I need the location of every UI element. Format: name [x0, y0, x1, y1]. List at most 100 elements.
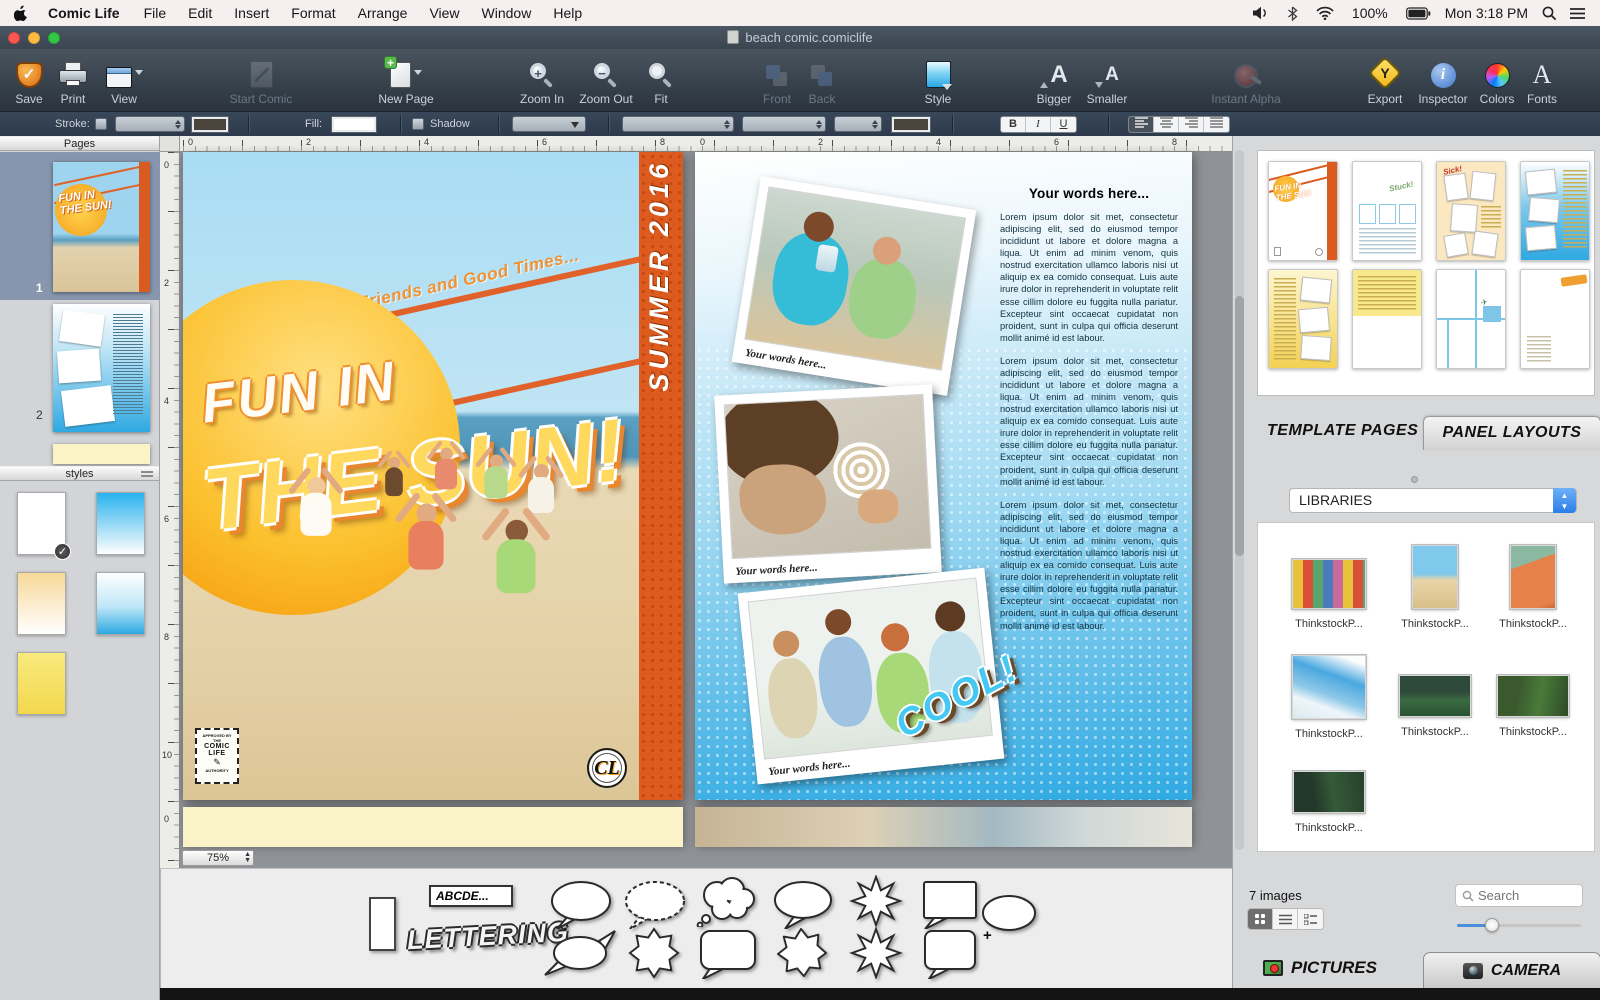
zoom-stepper-icon[interactable]: ▲▼ — [244, 852, 251, 864]
search-input[interactable] — [1478, 888, 1568, 903]
inspector-button[interactable]: iInspector — [1412, 56, 1474, 106]
fonts-button[interactable]: AFonts — [1521, 56, 1563, 106]
font-size-dropdown[interactable] — [834, 116, 882, 132]
text-color-well[interactable] — [892, 117, 930, 132]
slider-thumb[interactable] — [1485, 918, 1499, 932]
font-style-dropdown[interactable] — [742, 116, 826, 132]
grid-view-button[interactable] — [1248, 909, 1273, 929]
template-thumbnail-3[interactable]: Sick! — [1436, 161, 1506, 261]
menu-arrange[interactable]: Arrange — [358, 5, 408, 21]
library-image-5[interactable]: ThinkstockP... — [1392, 675, 1478, 738]
menu-file[interactable]: File — [144, 5, 167, 21]
splitter-grab-icon[interactable] — [1411, 476, 1418, 483]
library-search-field[interactable] — [1455, 884, 1583, 907]
speech-balloon-oval-2[interactable] — [765, 877, 839, 929]
menu-app-name[interactable]: Comic Life — [48, 5, 120, 21]
library-image-6[interactable]: ThinkstockP... — [1490, 675, 1576, 738]
zoom-level-control[interactable]: 75%▲▼ — [182, 850, 254, 866]
back-button[interactable]: Back — [800, 56, 844, 106]
thought-balloon-cloud[interactable] — [691, 875, 765, 927]
style-button[interactable]: Style — [914, 56, 962, 106]
rounded-rect-balloon[interactable] — [691, 927, 765, 979]
style-swatch-yellow[interactable] — [17, 652, 66, 715]
polaroid-photo-2[interactable]: Your words here... — [714, 384, 942, 583]
fit-button[interactable]: Fit — [641, 56, 681, 106]
menu-window[interactable]: Window — [482, 5, 532, 21]
colors-button[interactable]: Colors — [1474, 56, 1520, 106]
export-button[interactable]: YExport — [1360, 56, 1410, 106]
start-comic-button[interactable]: Start Comic — [215, 56, 307, 106]
underline-button[interactable]: U — [1051, 117, 1076, 132]
template-thumbnail-7[interactable]: ✈ — [1436, 269, 1506, 369]
zigzag-balloon[interactable] — [617, 927, 691, 979]
style-swatch-blue-top[interactable] — [96, 492, 145, 555]
menu-clock[interactable]: Mon 3:18 PM — [1445, 5, 1528, 21]
polaroid-caption[interactable]: Your words here... — [735, 562, 818, 578]
stroke-style-dropdown[interactable] — [115, 116, 185, 132]
smaller-button[interactable]: ASmaller — [1080, 56, 1134, 106]
page-text-column[interactable]: Your words here... Lorem ipsum dolor sit… — [1000, 186, 1178, 643]
library-image-1[interactable]: ThinkstockP... — [1286, 559, 1372, 630]
template-thumbnail-1[interactable]: FUN INTHE SUN — [1268, 161, 1338, 261]
shadow-checkbox[interactable] — [412, 118, 424, 130]
notification-center-icon[interactable] — [1569, 7, 1586, 20]
library-image-3[interactable]: ThinkstockP... — [1490, 545, 1576, 630]
template-thumbnail-2[interactable]: Stuck! — [1352, 161, 1422, 261]
instant-alpha-button[interactable]: Instant Alpha — [1196, 56, 1296, 106]
bluetooth-icon[interactable] — [1287, 6, 1298, 21]
wifi-icon[interactable] — [1316, 6, 1334, 20]
spiky-burst-balloon[interactable] — [839, 927, 913, 979]
view-button[interactable]: View — [98, 56, 150, 106]
page1-thumbnail[interactable]: FUN INTHE SUN! — [53, 162, 150, 292]
tab-pictures[interactable]: PICTURES — [1263, 958, 1377, 978]
align-justify-button[interactable] — [1204, 117, 1229, 132]
blank-panel-shape[interactable] — [369, 897, 396, 951]
align-center-button[interactable] — [1154, 117, 1179, 132]
zoom-in-button[interactable]: +Zoom In — [513, 56, 571, 106]
align-right-button[interactable] — [1179, 117, 1204, 132]
comic-page-2[interactable]: Your words here... Your words here... — [695, 152, 1192, 800]
styles-panel-header[interactable]: styles — [0, 466, 159, 481]
zoom-out-button[interactable]: −Zoom Out — [575, 56, 637, 106]
volume-icon[interactable] — [1252, 6, 1269, 20]
pages-panel-header[interactable]: Pages — [0, 136, 159, 151]
list-view-button[interactable] — [1273, 909, 1298, 929]
font-family-dropdown[interactable] — [622, 116, 734, 132]
new-page-button[interactable]: +New Page — [360, 56, 452, 106]
whisper-balloon-dashed[interactable] — [617, 877, 691, 929]
tab-camera[interactable]: CAMERA — [1423, 952, 1600, 988]
save-button[interactable]: ✓Save — [8, 56, 50, 106]
page3-thumbnail[interactable] — [53, 444, 150, 464]
shout-balloon-double-tail[interactable] — [543, 927, 617, 979]
stroke-color-well[interactable] — [192, 117, 228, 132]
style-swatch-white[interactable]: ✓ — [17, 492, 66, 555]
italic-button[interactable]: I — [1026, 117, 1051, 132]
library-image-7[interactable]: ThinkstockP... — [1286, 771, 1372, 834]
speech-balloon-oval[interactable] — [543, 877, 617, 929]
template-thumbnail-6[interactable] — [1352, 269, 1422, 369]
library-image-2[interactable]: ThinkstockP... — [1392, 545, 1478, 630]
template-thumbnail-5[interactable] — [1268, 269, 1338, 369]
menu-format[interactable]: Format — [291, 5, 335, 21]
front-button[interactable]: Front — [753, 56, 801, 106]
burst-balloon[interactable] — [839, 875, 913, 927]
rounded-square-balloon[interactable] — [913, 927, 987, 979]
menu-edit[interactable]: Edit — [188, 5, 212, 21]
comic-page-1[interactable]: Sand, Sea, Friends and Good Times... FUN… — [183, 152, 683, 800]
style-swatch-cream[interactable] — [17, 572, 66, 635]
bigger-button[interactable]: ABigger — [1030, 56, 1078, 106]
template-thumbnail-8[interactable] — [1520, 269, 1590, 369]
print-button[interactable]: Print — [52, 56, 94, 106]
apple-menu-icon[interactable] — [14, 5, 28, 21]
fuzzy-balloon[interactable] — [765, 927, 839, 979]
cover-spine[interactable]: SUMMER 2016 — [639, 152, 683, 800]
align-left-button[interactable] — [1129, 117, 1154, 132]
polaroid-caption[interactable]: Your words here... — [768, 758, 851, 779]
thumbnail-size-slider[interactable] — [1457, 918, 1581, 932]
menu-view[interactable]: View — [429, 5, 459, 21]
bold-button[interactable]: B — [1001, 117, 1026, 132]
next-page-right-partial[interactable] — [695, 807, 1192, 847]
text-box-shape[interactable]: ABCDE... — [429, 885, 513, 907]
fill-color-well[interactable] — [332, 117, 376, 132]
library-image-4[interactable]: ThinkstockP... — [1286, 655, 1372, 740]
